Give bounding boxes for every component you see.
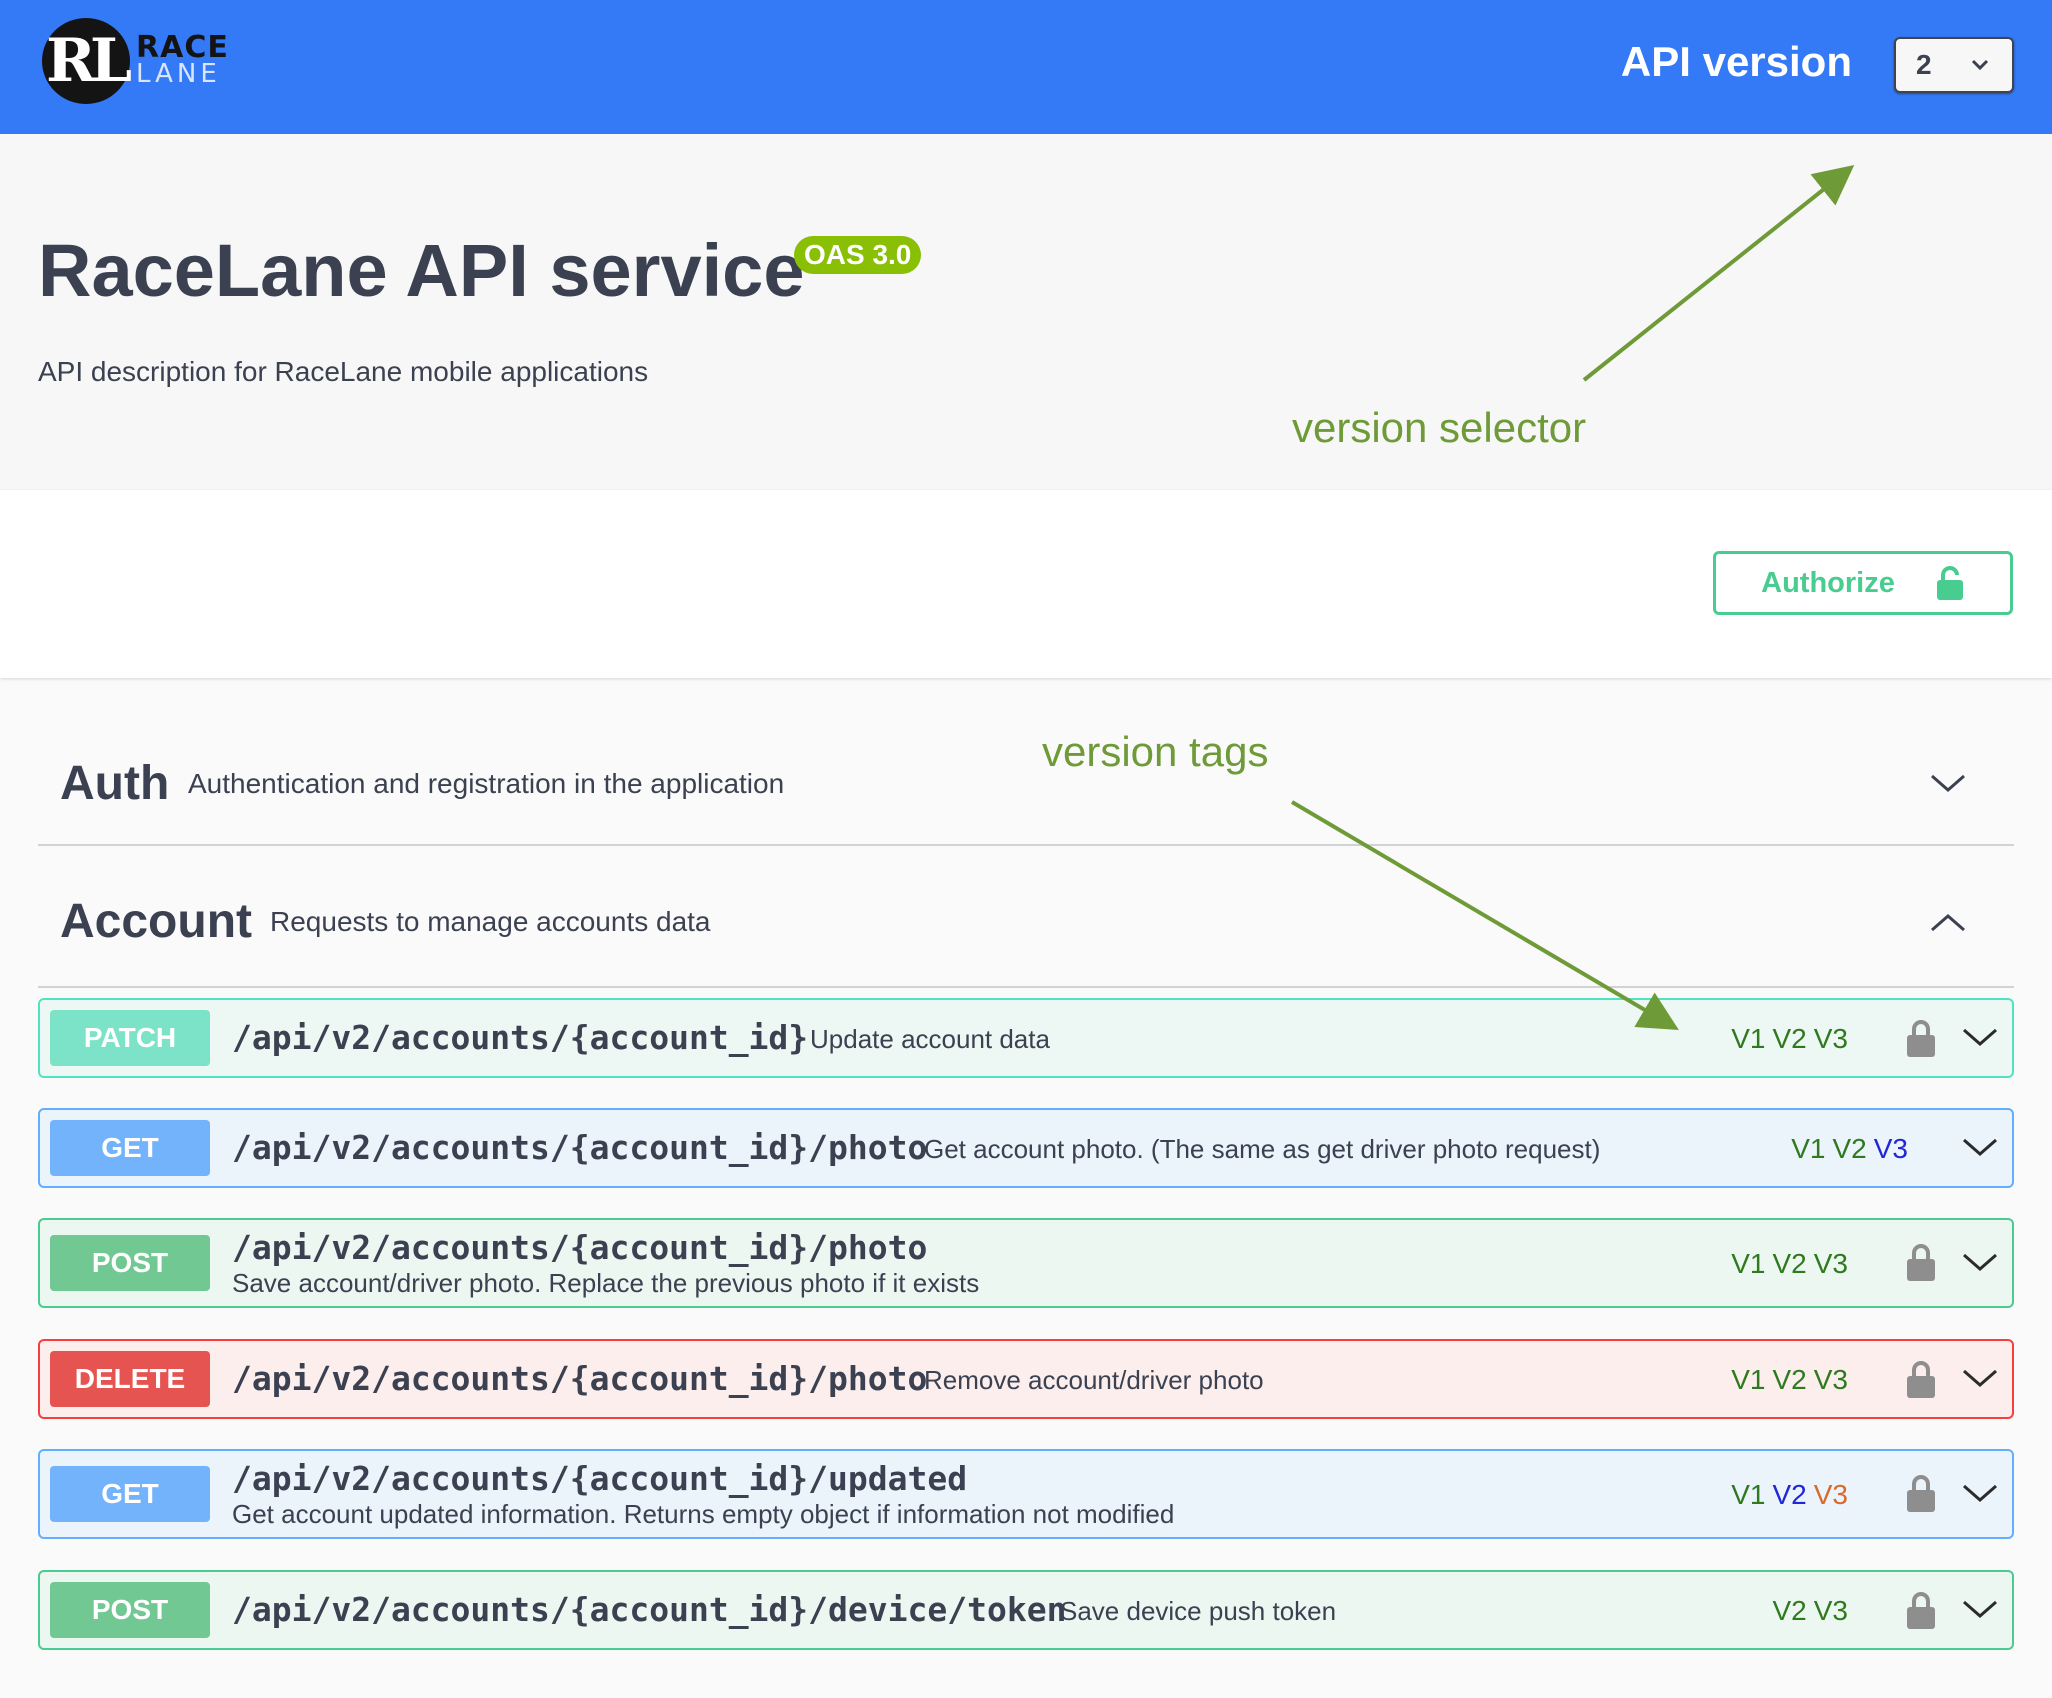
chevron-down-icon[interactable] bbox=[1960, 1478, 2000, 1508]
version-tag: V1 bbox=[1731, 1023, 1766, 1054]
version-tag: V3 bbox=[1813, 1595, 1848, 1626]
lock-icon[interactable] bbox=[1906, 1359, 1936, 1399]
operation-delete-photo[interactable]: DELETE /api/v2/accounts/{account_id}/pho… bbox=[38, 1339, 2014, 1419]
operation-path: /api/v2/accounts/{account_id}/device/tok… bbox=[232, 1590, 1067, 1629]
page-title: RaceLane API service bbox=[38, 229, 805, 312]
annotation-version-selector: version selector bbox=[1292, 404, 1587, 451]
chevron-down-icon[interactable] bbox=[1960, 1132, 2000, 1162]
operation-path: /api/v2/accounts/{account_id} bbox=[232, 1018, 809, 1057]
version-tag: V2 bbox=[1772, 1248, 1807, 1279]
authorize-button[interactable]: Authorize bbox=[1713, 551, 2013, 615]
version-tag: V3 bbox=[1813, 1023, 1848, 1054]
operation-summary: Save account/driver photo. Replace the p… bbox=[232, 1268, 980, 1298]
method-badge: DELETE bbox=[50, 1351, 210, 1407]
api-version-label: API version bbox=[1620, 38, 1852, 85]
operation-path: /api/v2/accounts/{account_id}/photo bbox=[232, 1128, 928, 1167]
lock-icon[interactable] bbox=[1906, 1242, 1936, 1282]
version-tag: V2 bbox=[1832, 1133, 1867, 1164]
chevron-down-icon[interactable] bbox=[1960, 1022, 2000, 1052]
operation-post-device-token[interactable]: POST /api/v2/accounts/{account_id}/devic… bbox=[38, 1570, 2014, 1650]
operation-patch-account[interactable]: PATCH /api/v2/accounts/{account_id} Upda… bbox=[38, 998, 2014, 1078]
version-tag: V1 bbox=[1731, 1364, 1766, 1395]
logo-mark: RL bbox=[42, 18, 132, 104]
chevron-down-icon[interactable] bbox=[1960, 1594, 2000, 1624]
chevron-down-icon[interactable] bbox=[1960, 1247, 2000, 1277]
version-tag: V1 bbox=[1731, 1248, 1766, 1279]
version-tags: V1 V2 V3 bbox=[1724, 1023, 1848, 1055]
unlock-icon bbox=[1936, 566, 1963, 600]
operation-summary: Get account photo. (The same as get driv… bbox=[924, 1134, 1601, 1164]
authorize-label: Authorize bbox=[1761, 566, 1895, 599]
operation-path: /api/v2/accounts/{account_id}/photo bbox=[232, 1228, 928, 1267]
tag-account[interactable]: Account Requests to manage accounts data bbox=[38, 860, 2014, 988]
version-tags: V1 V2 V3 bbox=[1724, 1248, 1848, 1280]
operation-path: /api/v2/accounts/{account_id}/updated bbox=[232, 1459, 968, 1498]
operation-summary: Get account updated information. Returns… bbox=[232, 1499, 1175, 1529]
method-badge: GET bbox=[50, 1120, 210, 1176]
operation-get-photo[interactable]: GET /api/v2/accounts/{account_id}/photo … bbox=[38, 1108, 2014, 1188]
version-tag: V2 bbox=[1772, 1595, 1807, 1626]
chevron-down-icon bbox=[1971, 59, 1989, 71]
chevron-down-icon[interactable] bbox=[1960, 1363, 2000, 1393]
tag-description: Authentication and registration in the a… bbox=[188, 768, 785, 799]
tag-description: Requests to manage accounts data bbox=[270, 906, 711, 937]
method-badge: PATCH bbox=[50, 1010, 210, 1066]
version-tags: V1 V2 V3 bbox=[1724, 1364, 1848, 1396]
tag-name: Account bbox=[60, 895, 252, 948]
method-badge: POST bbox=[50, 1582, 210, 1638]
chevron-down-icon[interactable] bbox=[1918, 764, 1978, 804]
version-tag: V2 bbox=[1772, 1023, 1807, 1054]
method-badge: GET bbox=[50, 1466, 210, 1522]
version-tags: V1 V2 V3 bbox=[1724, 1479, 1848, 1511]
annotation-version-tags: version tags bbox=[1042, 728, 1269, 775]
version-tag: V1 bbox=[1791, 1133, 1826, 1164]
version-tag: V2 bbox=[1772, 1479, 1807, 1510]
version-tags: V2 V3 bbox=[1766, 1595, 1849, 1627]
method-badge: POST bbox=[50, 1235, 210, 1291]
api-description: API description for RaceLane mobile appl… bbox=[38, 356, 649, 387]
version-tag: V3 bbox=[1813, 1479, 1848, 1510]
oas-badge: OAS 3.0 bbox=[794, 236, 922, 274]
version-tag: V1 bbox=[1731, 1479, 1766, 1510]
operation-path: /api/v2/accounts/{account_id}/photo bbox=[232, 1359, 928, 1398]
logo-text: RACE LANE bbox=[136, 30, 229, 89]
version-tag: V3 bbox=[1873, 1133, 1908, 1164]
lock-icon[interactable] bbox=[1906, 1473, 1936, 1513]
operation-get-updated[interactable]: GET /api/v2/accounts/{account_id}/update… bbox=[38, 1449, 2014, 1539]
version-tags: V1 V2 V3 bbox=[1784, 1133, 1908, 1165]
tag-name: Auth bbox=[60, 757, 170, 810]
lock-icon[interactable] bbox=[1906, 1590, 1936, 1630]
operation-summary: Remove account/driver photo bbox=[924, 1365, 1264, 1395]
logo[interactable]: RL RACE LANE bbox=[42, 18, 229, 104]
version-select-value: 2 bbox=[1916, 49, 1932, 80]
operation-post-photo[interactable]: POST /api/v2/accounts/{account_id}/photo… bbox=[38, 1218, 2014, 1308]
version-tag: V3 bbox=[1813, 1248, 1848, 1279]
version-tag: V3 bbox=[1813, 1364, 1848, 1395]
version-select[interactable]: 2 bbox=[1894, 37, 2014, 93]
chevron-up-icon[interactable] bbox=[1918, 902, 1978, 942]
lock-icon[interactable] bbox=[1906, 1018, 1936, 1058]
tag-auth[interactable]: Auth Authentication and registration in … bbox=[38, 718, 2014, 846]
operation-summary: Save device push token bbox=[1060, 1596, 1337, 1626]
logo-text-lane: LANE bbox=[136, 59, 221, 89]
logo-text-race: RACE bbox=[136, 30, 229, 65]
operation-summary: Update account data bbox=[810, 1024, 1050, 1054]
version-tag: V2 bbox=[1772, 1364, 1807, 1395]
